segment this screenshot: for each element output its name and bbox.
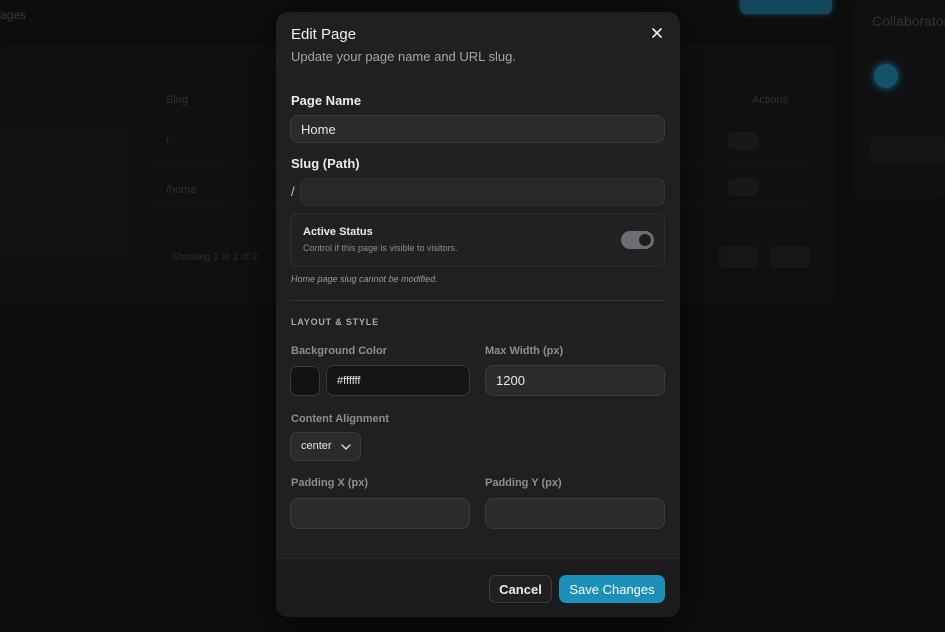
background-color-swatch[interactable] — [290, 366, 320, 396]
padding-x-label: Padding X (px) — [291, 477, 368, 489]
section-divider — [290, 300, 666, 301]
padding-y-input[interactable] — [485, 498, 665, 529]
padding-y-label: Padding Y (px) — [485, 477, 562, 489]
max-width-label: Max Width (px) — [485, 345, 564, 357]
alignment-value: center — [301, 440, 332, 452]
save-changes-button[interactable]: Save Changes — [559, 575, 665, 603]
padding-x-input[interactable] — [290, 498, 470, 529]
close-button[interactable] — [648, 24, 666, 42]
dialog-title: Edit Page — [291, 26, 357, 43]
slug-hint: Home page slug cannot be modified. — [291, 274, 438, 284]
slug-input[interactable] — [300, 178, 665, 206]
active-status-panel: Active Status Control if this page is vi… — [290, 213, 665, 267]
page-name-label: Page Name — [291, 93, 362, 108]
slug-label: Slug (Path) — [291, 156, 360, 171]
content-alignment-label: Content Alignment — [291, 413, 389, 425]
dialog-subtitle: Update your page name and URL slug. — [291, 49, 516, 64]
dialog-footer: Cancel Save Changes — [276, 558, 680, 617]
edit-page-dialog: Edit Page Update your page name and URL … — [276, 12, 680, 617]
slug-prefix: / — [291, 184, 295, 199]
content-alignment-select[interactable]: center — [290, 432, 361, 461]
page-name-input[interactable] — [290, 115, 665, 143]
max-width-input[interactable] — [485, 365, 665, 396]
active-status-toggle[interactable] — [621, 231, 654, 249]
background-color-label: Background Color — [291, 345, 387, 357]
chevron-down-icon — [341, 444, 351, 450]
active-status-description: Control if this page is visible to visit… — [303, 243, 458, 253]
cancel-button[interactable]: Cancel — [489, 575, 552, 603]
background-color-input[interactable] — [326, 365, 470, 396]
close-icon — [652, 28, 662, 38]
toggle-knob — [639, 234, 651, 246]
layout-style-heading: LAYOUT & STYLE — [291, 317, 379, 327]
active-status-title: Active Status — [303, 226, 373, 238]
